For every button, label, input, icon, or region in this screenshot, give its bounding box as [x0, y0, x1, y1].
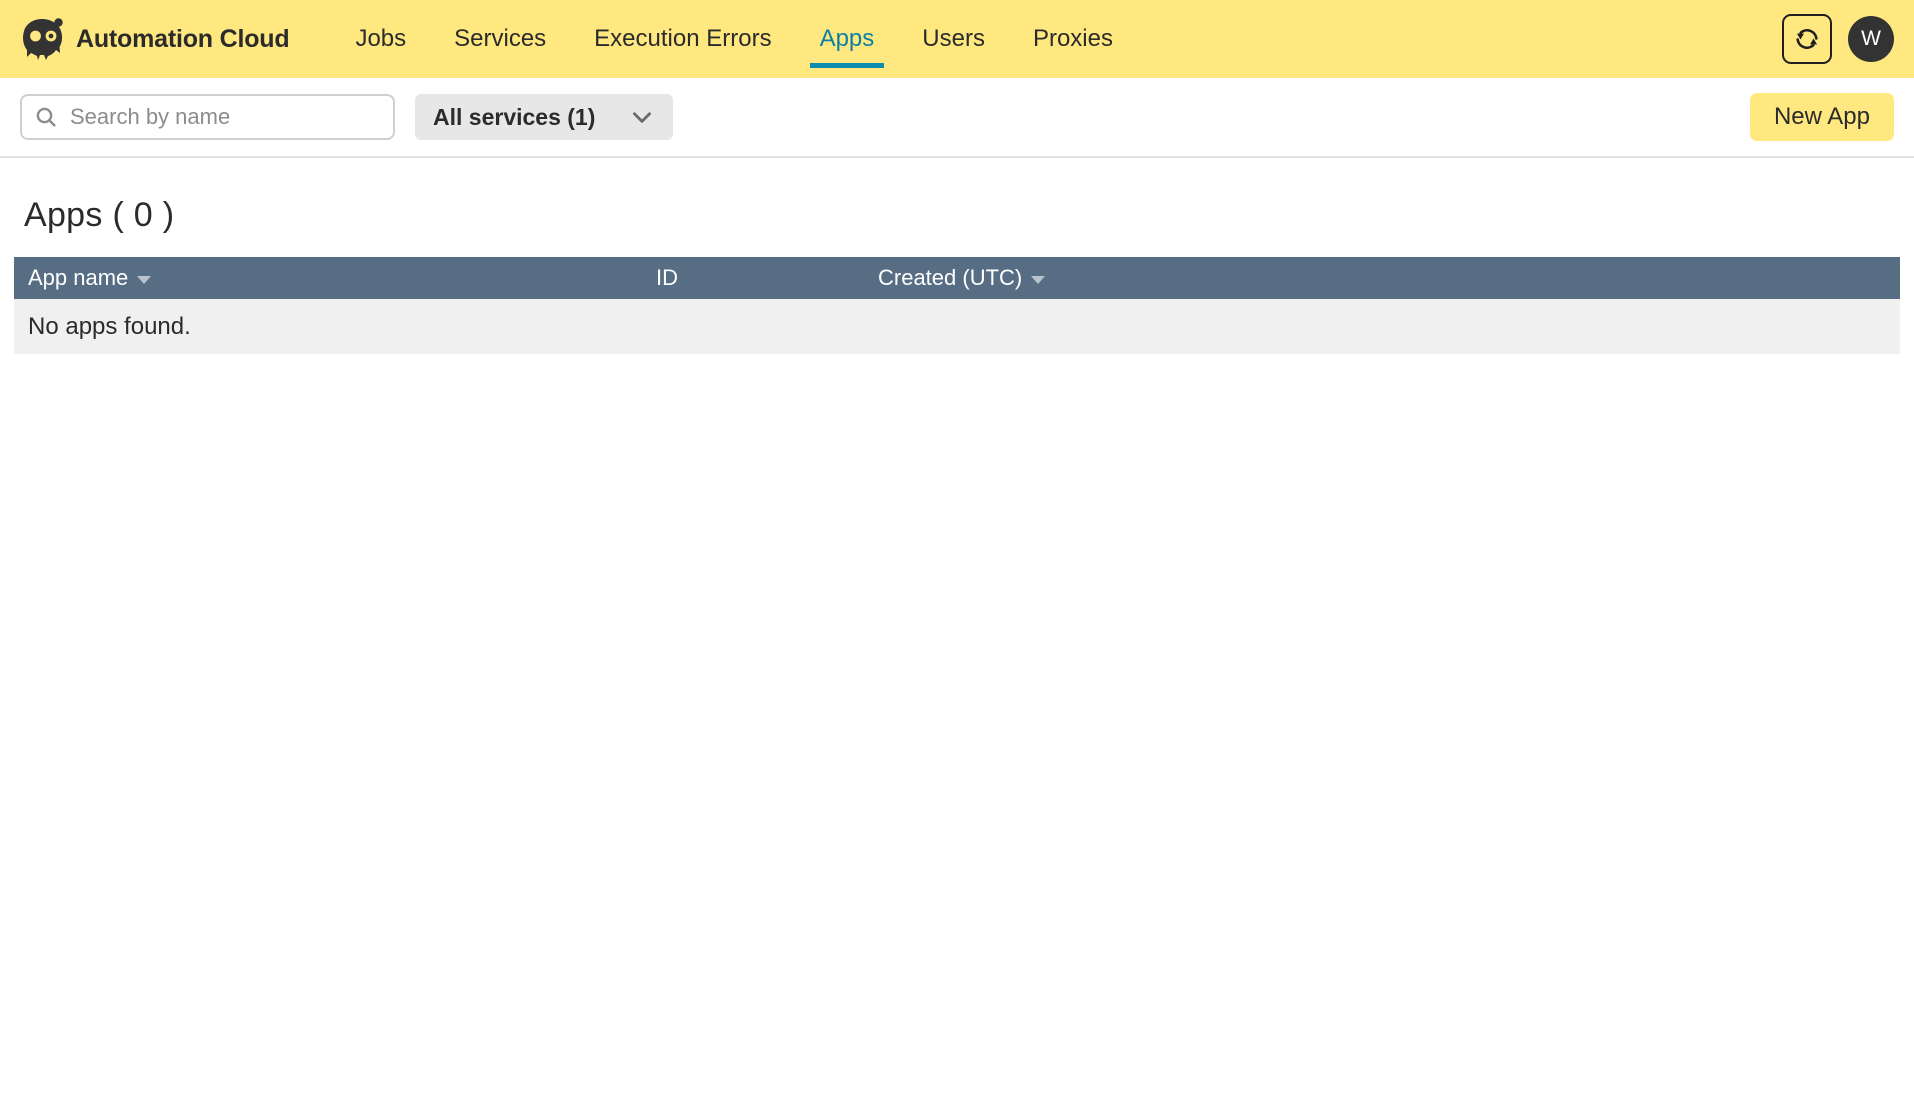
search-box[interactable] — [20, 94, 395, 140]
column-header-id-label: ID — [656, 265, 678, 290]
service-filter-label: All services (1) — [433, 103, 596, 130]
nav-item-jobs[interactable]: Jobs — [331, 0, 430, 78]
top-bar-actions: W — [1782, 0, 1914, 78]
nav-item-execution-errors[interactable]: Execution Errors — [570, 0, 795, 78]
brand-name: Automation Cloud — [76, 24, 290, 53]
filter-toolbar: All services (1) New App — [0, 78, 1914, 158]
refresh-icon — [1793, 25, 1821, 53]
column-header-created-label: Created (UTC) — [878, 265, 1023, 290]
owl-logo-icon — [20, 17, 66, 61]
main-content: Apps ( 0 ) App name ID Created (UTC) No … — [0, 196, 1914, 354]
column-header-id: ID — [656, 265, 878, 291]
sort-descending-icon — [137, 276, 152, 284]
service-filter-dropdown[interactable]: All services (1) — [415, 94, 673, 140]
column-header-app-name-label: App name — [28, 265, 129, 290]
sort-descending-icon — [1031, 276, 1046, 284]
column-header-app-name[interactable]: App name — [14, 265, 656, 291]
top-navigation-bar: Automation Cloud Jobs Services Execution… — [0, 0, 1914, 78]
nav-item-services[interactable]: Services — [430, 0, 570, 78]
column-header-created[interactable]: Created (UTC) — [878, 265, 1046, 291]
search-input[interactable] — [70, 104, 381, 130]
main-nav: Jobs Services Execution Errors Apps User… — [331, 0, 1137, 78]
apps-table-empty-row: No apps found. — [14, 299, 1900, 354]
brand-logo-link[interactable]: Automation Cloud — [0, 0, 303, 78]
nav-item-users[interactable]: Users — [898, 0, 1009, 78]
refresh-button[interactable] — [1782, 14, 1832, 64]
search-icon — [34, 105, 58, 129]
page-title: Apps ( 0 ) — [24, 196, 175, 234]
user-avatar[interactable]: W — [1848, 16, 1894, 62]
chevron-down-icon — [603, 104, 655, 130]
nav-item-proxies[interactable]: Proxies — [1009, 0, 1137, 78]
empty-state-message: No apps found. — [28, 312, 191, 340]
apps-table: App name ID Created (UTC) No apps found. — [14, 257, 1900, 354]
apps-table-header-row: App name ID Created (UTC) — [14, 257, 1900, 299]
nav-item-apps[interactable]: Apps — [796, 0, 899, 78]
new-app-button[interactable]: New App — [1749, 93, 1894, 141]
